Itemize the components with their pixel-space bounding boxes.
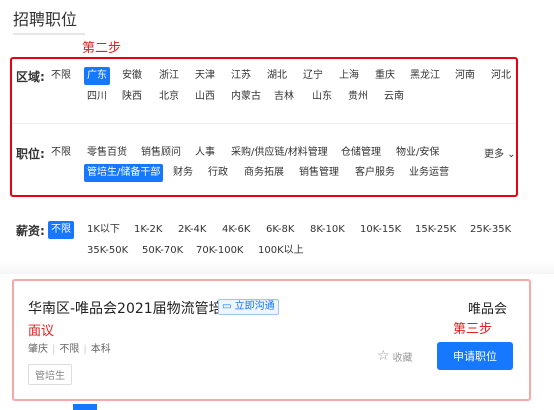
salary-option[interactable]: 100K以上 xyxy=(255,242,307,260)
region-option[interactable]: 湖北 xyxy=(264,67,290,85)
position-option[interactable]: 零售百货 xyxy=(84,144,130,162)
salary-option[interactable]: 6K-8K xyxy=(263,221,297,239)
chat-icon: ▭ xyxy=(222,301,235,312)
company-name[interactable]: 唯品会 xyxy=(468,298,507,317)
chat-now-label: 立即沟通 xyxy=(234,301,275,312)
position-option[interactable]: 不限 xyxy=(48,144,74,162)
region-option[interactable]: 河北 xyxy=(488,67,514,85)
filter-divider xyxy=(12,123,516,124)
position-option[interactable]: 仓储管理 xyxy=(338,144,384,162)
region-option[interactable]: 山东 xyxy=(309,88,335,106)
salary-option[interactable]: 4K-6K xyxy=(219,221,253,239)
star-icon: ☆ xyxy=(377,348,390,364)
salary-option[interactable]: 8K-10K xyxy=(307,221,348,239)
more-label: 更多 xyxy=(484,149,504,160)
more-toggle[interactable]: 更多 ⌄ xyxy=(484,145,516,160)
region-option[interactable]: 上海 xyxy=(336,67,362,85)
position-option[interactable]: 财务 xyxy=(170,164,196,182)
job-tag: 管培生 xyxy=(28,364,72,385)
pagination-indicator xyxy=(73,404,97,410)
section-separator xyxy=(0,262,554,274)
region-option[interactable]: 贵州 xyxy=(345,88,371,106)
job-title[interactable]: 华南区-唯品会2021届物流管培生 xyxy=(28,298,237,318)
salary-label: 薪资: xyxy=(16,224,45,238)
region-option[interactable]: 陕西 xyxy=(119,88,145,106)
region-option[interactable]: 黑龙江 xyxy=(407,67,443,85)
favorite-label: 收藏 xyxy=(392,352,413,364)
annotation-interview: 面议 xyxy=(28,324,55,339)
job-meta: 肇庆 | 不限 | 本科 xyxy=(28,340,111,355)
job-education: 本科 xyxy=(90,344,111,355)
salary-option[interactable]: 25K-35K xyxy=(467,221,514,239)
region-option[interactable]: 浙江 xyxy=(156,67,182,85)
salary-option[interactable]: 2K-4K xyxy=(175,221,209,239)
region-option[interactable]: 内蒙古 xyxy=(228,88,264,106)
salary-option[interactable]: 70K-100K xyxy=(193,242,247,260)
position-option[interactable]: 人事 xyxy=(192,144,218,162)
position-label: 职位: xyxy=(16,147,45,161)
salary-option-selected[interactable]: 不限 xyxy=(48,221,74,239)
position-option[interactable]: 商务拓展 xyxy=(241,164,287,182)
salary-option[interactable]: 10K-15K xyxy=(357,221,404,239)
salary-option[interactable]: 1K以下 xyxy=(84,221,123,239)
favorite-button[interactable]: ☆ 收藏 xyxy=(377,348,413,364)
job-location: 肇庆 xyxy=(28,344,48,355)
chat-now-button[interactable]: ▭ 立即沟通 xyxy=(218,299,279,315)
region-option[interactable]: 辽宁 xyxy=(300,67,326,85)
region-option[interactable]: 安徽 xyxy=(119,67,145,85)
region-option[interactable]: 不限 xyxy=(48,67,74,85)
region-option[interactable]: 云南 xyxy=(381,88,407,106)
region-option[interactable]: 北京 xyxy=(156,88,182,106)
position-option[interactable]: 行政 xyxy=(205,164,231,182)
salary-option[interactable]: 50K-70K xyxy=(139,242,186,260)
meta-separator: | xyxy=(52,344,56,355)
position-option[interactable]: 采购/供应链/材料管理 xyxy=(228,144,331,162)
meta-separator: | xyxy=(83,344,87,355)
region-option[interactable]: 河南 xyxy=(452,67,478,85)
title-underline xyxy=(13,33,85,35)
position-option[interactable]: 物业/安保 xyxy=(393,144,442,162)
position-option[interactable]: 业务运营 xyxy=(406,164,452,182)
region-option[interactable]: 重庆 xyxy=(372,67,398,85)
apply-button[interactable]: 申请职位 xyxy=(437,342,513,370)
region-option[interactable]: 天津 xyxy=(192,67,218,85)
salary-option[interactable]: 35K-50K xyxy=(84,242,131,260)
region-option[interactable]: 四川 xyxy=(84,88,110,106)
position-option[interactable]: 销售管理 xyxy=(296,164,342,182)
page-title: 招聘职位 xyxy=(13,10,78,29)
region-option-selected[interactable]: 广东 xyxy=(84,67,110,85)
annotation-step3: 第三步 xyxy=(453,322,493,337)
salary-option[interactable]: 1K-2K xyxy=(131,221,165,239)
annotation-step2: 第二步 xyxy=(82,41,122,56)
salary-option[interactable]: 15K-25K xyxy=(412,221,459,239)
chevron-down-icon: ⌄ xyxy=(504,149,516,160)
region-option[interactable]: 江苏 xyxy=(228,67,254,85)
job-experience: 不限 xyxy=(59,344,80,355)
region-label: 区域: xyxy=(16,70,45,84)
region-option[interactable]: 吉林 xyxy=(271,88,297,106)
position-option-selected[interactable]: 管培生/储备干部 xyxy=(84,164,164,182)
position-option[interactable]: 客户服务 xyxy=(352,164,398,182)
position-option[interactable]: 销售顾问 xyxy=(138,144,184,162)
region-option[interactable]: 山西 xyxy=(192,88,218,106)
